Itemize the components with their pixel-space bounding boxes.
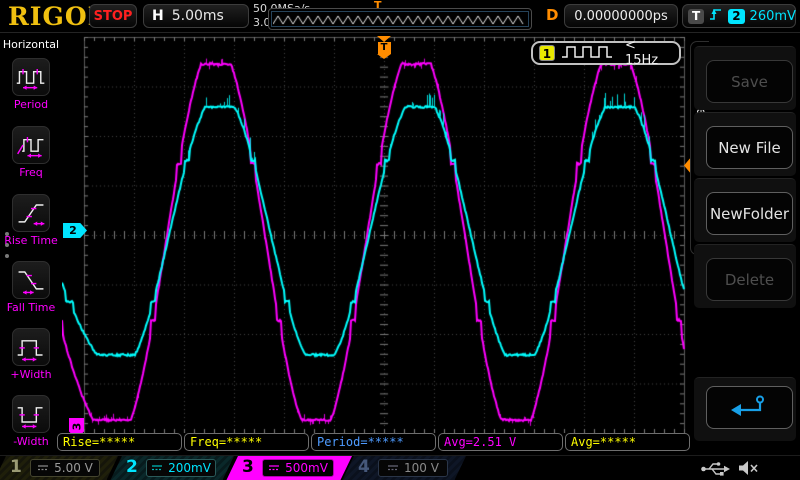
channel-2-section[interactable]: 2 200mV [110,456,234,480]
oscilloscope-screen: RIGOL STOP H 5.00ms 50.0MSa/s 3.00M pts … [0,0,800,480]
save-menu-panel: Save Save New File NewFolder Delete [690,33,800,453]
channel-3-number: 3 [242,457,254,477]
measurement-slot-avg-ch3: Avg=2.51 V [438,433,563,451]
channel-status-bar: 1 5.00 V 2 200mV 3 500mV 4 100 V [0,455,800,480]
horizontal-measure-sidebar: Horizontal Period [0,33,62,453]
usb-icon [700,460,730,480]
measurement-slot-freq: Freq=***** [184,433,309,451]
sidebar-item-period[interactable]: Period [0,58,62,120]
trigger-flag-label: T [378,42,391,54]
sidebar-item-freq[interactable]: Freq [0,126,62,188]
sidebar-item-fall-time[interactable]: Fall Time [0,261,62,323]
trigger-flag-tip [377,54,391,59]
channel-1-scale[interactable]: 5.00 V [30,459,100,477]
measurement-slot-avg: Avg=***** [565,433,690,451]
measurement-slot-period: Period=***** [311,433,436,451]
sidebar-item-label: Period [0,98,66,111]
new-file-button[interactable]: New File [706,126,793,169]
period-icon [12,58,50,96]
counter-value: < 15Hz [625,38,673,68]
preview-window [271,11,529,27]
trigger-position-flag[interactable]: T [377,36,391,59]
delay-label: D [546,6,558,24]
rising-edge-icon [709,6,723,26]
sidebar-item-label: +Width [0,368,66,381]
timebase-value: 5.00ms [172,8,224,24]
coupling-icon [387,464,399,473]
delete-button[interactable]: Delete [706,258,793,301]
channel-4-scale[interactable]: 100 V [378,459,448,477]
top-status-bar: RIGOL STOP H 5.00ms 50.0MSa/s 3.00M pts … [0,0,800,33]
channel-3-section[interactable]: 3 500mV [226,456,352,480]
sidebar-item-minus-width[interactable]: -Width [0,395,62,457]
new-folder-button[interactable]: NewFolder [706,192,793,235]
channel-2-number: 2 [126,457,138,477]
waveform-preview-bar[interactable] [268,8,532,30]
pulse-train-icon [562,44,618,63]
measurement-slot-rise: Rise=***** [57,433,182,451]
coupling-icon [151,464,163,473]
coupling-icon [37,464,49,473]
fall-time-icon [12,261,50,299]
run-stop-status[interactable]: STOP [89,4,137,28]
waveform-display [62,35,690,433]
trigger-source-badge: 2 [728,9,744,24]
back-button[interactable] [706,386,793,429]
trigger-level-value: 260mV [750,9,796,24]
freq-icon [12,126,50,164]
preview-wave [273,13,527,27]
channel-2-scale[interactable]: 200mV [146,459,216,477]
channel-3-scale[interactable]: 500mV [262,459,334,477]
minus-width-icon [12,395,50,433]
channel-1-section[interactable]: 1 5.00 V [0,456,118,480]
sidebar-item-label: Freq [0,166,66,179]
channel-4-number: 4 [358,457,370,477]
timebase-button[interactable]: H 5.00ms [143,4,249,28]
trigger-label: T [688,9,704,24]
frequency-counter-badge: 1 < 15Hz [531,41,681,65]
plus-width-icon [12,328,50,366]
trigger-status-button[interactable]: T 2 260mV [682,4,796,28]
sidebar-item-label: Rise Time [0,234,66,247]
sidebar-item-label: Fall Time [0,301,66,314]
speaker-muted-icon [738,459,760,480]
channel-1-number: 1 [10,457,22,477]
delay-readout[interactable]: 0.00000000ps [564,4,678,28]
sidebar-title: Horizontal [0,38,62,51]
return-arrow-icon [729,393,771,423]
save-button[interactable]: Save [706,60,793,103]
sidebar-item-rise-time[interactable]: Rise Time [0,194,62,256]
coupling-icon [268,464,280,473]
counter-source-badge: 1 [539,45,555,61]
channel-4-section[interactable]: 4 100 V [342,456,466,480]
sidebar-item-plus-width[interactable]: +Width [0,328,62,390]
rise-time-icon [12,194,50,232]
horizontal-label: H [152,8,164,24]
